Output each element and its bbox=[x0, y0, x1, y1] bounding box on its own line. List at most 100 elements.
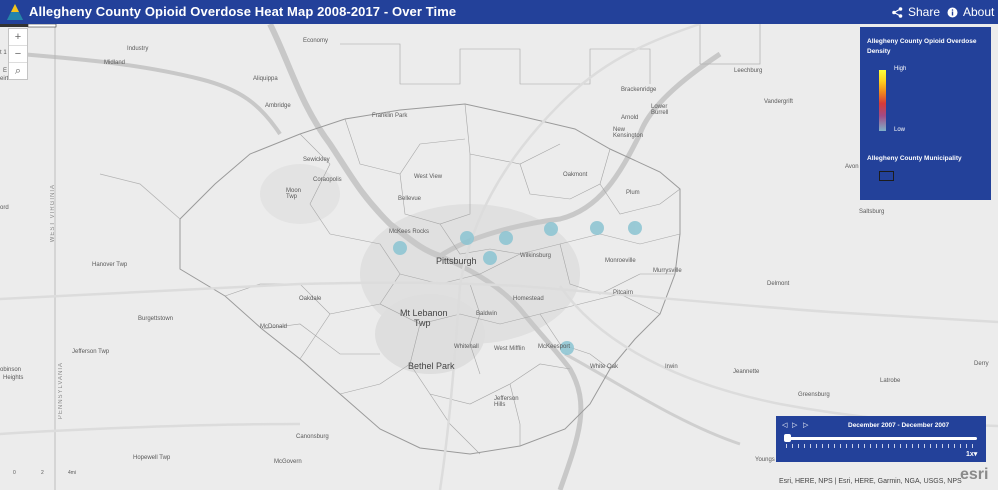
state-label: WEST VIRGINIA bbox=[50, 184, 56, 243]
municipality-swatch bbox=[879, 171, 894, 181]
place-label: New Kensington bbox=[613, 127, 644, 139]
zoom-out-button[interactable]: − bbox=[9, 46, 27, 63]
legend-low-label: Low bbox=[894, 127, 906, 133]
place-label: Pittsburgh bbox=[436, 256, 477, 266]
place-label: Canonsburg bbox=[296, 434, 329, 440]
place-label: Brackenridge bbox=[621, 87, 657, 93]
heat-spot bbox=[499, 231, 513, 245]
place-label: Arnold bbox=[621, 115, 639, 121]
share-button[interactable]: Share bbox=[892, 5, 940, 19]
place-label: t 1 bbox=[0, 50, 7, 56]
place-label: Mt Lebanon bbox=[400, 308, 448, 318]
place-label: Murrysville bbox=[653, 268, 682, 274]
place-label: West View bbox=[414, 174, 443, 180]
time-slider-handle[interactable] bbox=[784, 434, 791, 442]
place-label: Delmont bbox=[767, 281, 790, 287]
place-label: Aliquippa bbox=[253, 76, 278, 82]
place-label: Saltsburg bbox=[859, 209, 885, 215]
place-label: Oakdale bbox=[299, 296, 322, 302]
place-label: Leechburg bbox=[734, 68, 763, 74]
place-label: Industry bbox=[127, 46, 149, 52]
place-label: obinson bbox=[0, 367, 22, 373]
playback-speed-select[interactable]: 1x▾ bbox=[966, 450, 977, 458]
place-label: Baldwin bbox=[476, 311, 498, 317]
place-label: Bethel Park bbox=[408, 361, 455, 371]
search-button[interactable]: ⌕ bbox=[9, 63, 27, 79]
play-button[interactable]: ▷ bbox=[792, 421, 797, 429]
map-attribution: Esri, HERE, NPS | Esri, HERE, Garmin, NG… bbox=[779, 478, 962, 485]
zoom-in-button[interactable]: + bbox=[9, 29, 27, 46]
place-label: McKeesport bbox=[538, 344, 571, 350]
place-label: White Oak bbox=[590, 364, 619, 370]
app-logo-icon bbox=[7, 4, 23, 20]
place-label: Latrobe bbox=[880, 378, 901, 384]
place-label: Avon bbox=[845, 164, 859, 170]
place-label: Moon Twp bbox=[286, 188, 302, 200]
place-label: Oakmont bbox=[563, 172, 588, 178]
chevron-down-icon: ▾ bbox=[973, 451, 978, 458]
info-icon bbox=[947, 7, 958, 17]
place-label: Jefferson Hills bbox=[494, 396, 519, 408]
search-icon: ⌕ bbox=[14, 65, 22, 77]
legend-high-label: High bbox=[894, 66, 907, 72]
time-ticks bbox=[786, 444, 977, 448]
place-label: Irwin bbox=[665, 364, 678, 370]
place-label: Homestead bbox=[513, 296, 544, 302]
next-button[interactable]: ▷ bbox=[803, 421, 808, 429]
place-label: Wilkinsburg bbox=[520, 253, 552, 259]
heat-spot bbox=[393, 241, 407, 255]
place-label: E bbox=[3, 68, 8, 74]
place-label: McDonald bbox=[260, 324, 288, 330]
place-label: Lower Burrell bbox=[651, 104, 669, 116]
state-label: PENNSYLVANIA bbox=[58, 362, 64, 420]
time-slider-panel: ◁ ▷ ▷ December 2007 - December 2007 1x▾ bbox=[776, 416, 986, 462]
legend-panel: Allegheny County Opioid Overdose Density… bbox=[860, 27, 991, 200]
scale-label: 0 bbox=[13, 470, 16, 476]
place-label: Sewickley bbox=[303, 157, 330, 163]
place-label: Economy bbox=[303, 38, 329, 44]
heat-spot bbox=[460, 231, 474, 245]
place-label: Pitcairn bbox=[613, 290, 634, 296]
legend-title: Allegheny County Opioid Overdose Density bbox=[867, 38, 977, 55]
place-label: Hanover Twp bbox=[92, 262, 128, 268]
speed-value: 1x bbox=[966, 451, 974, 458]
place-label: Hopewell Twp bbox=[133, 455, 171, 461]
time-track[interactable] bbox=[786, 437, 977, 440]
place-label: Heights bbox=[3, 375, 24, 381]
previous-button[interactable]: ◁ bbox=[782, 421, 787, 429]
esri-logo: esri bbox=[960, 466, 989, 483]
heat-spot bbox=[483, 251, 497, 265]
place-label: Greensburg bbox=[798, 392, 830, 398]
heat-spot bbox=[628, 221, 642, 235]
place-label: Midland bbox=[104, 60, 126, 66]
about-label: About bbox=[963, 5, 995, 19]
place-label: Plum bbox=[626, 190, 640, 196]
place-label: West Mifflin bbox=[494, 346, 525, 352]
density-color-ramp bbox=[879, 70, 886, 131]
app-title: Allegheny County Opioid Overdose Heat Ma… bbox=[29, 4, 457, 19]
share-label: Share bbox=[908, 5, 941, 19]
place-label: Burgettstown bbox=[138, 316, 174, 322]
place-label: Bellevue bbox=[398, 196, 422, 202]
place-label: Whitehall bbox=[454, 344, 479, 350]
place-label: McKees Rocks bbox=[389, 229, 430, 235]
place-label: Franklin Park bbox=[372, 113, 408, 119]
time-range-label: December 2007 - December 2007 bbox=[848, 422, 950, 429]
legend-municipality-label: Allegheny County Municipality bbox=[867, 155, 962, 162]
scale-label: 4mi bbox=[68, 470, 77, 476]
heat-spot bbox=[590, 221, 604, 235]
place-label: ord bbox=[0, 205, 9, 211]
place-label: Jefferson Twp bbox=[72, 349, 110, 355]
scale-label: 2 bbox=[41, 470, 44, 476]
place-label: Twp bbox=[414, 318, 431, 328]
place-label: McGovern bbox=[274, 459, 302, 465]
place-label: Vandergrift bbox=[764, 99, 793, 105]
place-label: Monroeville bbox=[605, 258, 636, 264]
place-label: Coraopolis bbox=[313, 177, 342, 183]
app-header: Allegheny County Opioid Overdose Heat Ma… bbox=[0, 0, 998, 24]
place-label: Derry bbox=[974, 361, 989, 367]
share-icon bbox=[892, 6, 903, 18]
heat-spot bbox=[544, 222, 558, 236]
about-button[interactable]: About bbox=[947, 5, 994, 19]
place-label: Ambridge bbox=[265, 103, 291, 109]
